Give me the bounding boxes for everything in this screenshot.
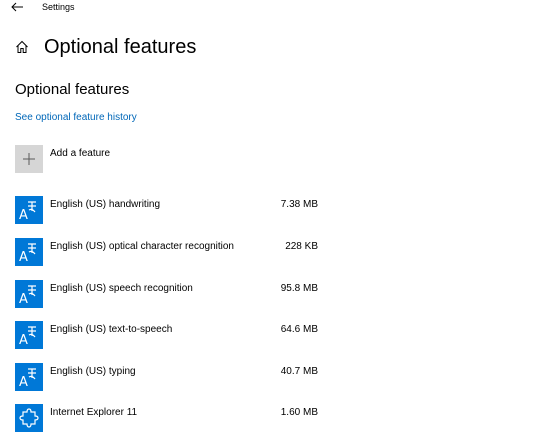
page-title: Optional features (44, 36, 197, 58)
svg-text:A: A (19, 250, 28, 265)
feature-item[interactable]: A English (US) optical character recogni… (15, 238, 335, 268)
feature-item[interactable]: Internet Explorer 11 1.60 MB (15, 404, 335, 434)
back-arrow-icon (11, 2, 23, 12)
feature-name: English (US) typing (50, 366, 136, 377)
feature-history-link[interactable]: See optional feature history (15, 112, 137, 123)
add-feature-label: Add a feature (50, 148, 111, 159)
language-icon: A (15, 363, 43, 391)
title-bar: Settings (0, 0, 541, 16)
feature-item[interactable]: A English (US) typing 40.7 MB (15, 363, 335, 393)
feature-size: 95.8 MB (280, 283, 318, 294)
back-button[interactable] (9, 0, 25, 14)
feature-name: English (US) handwriting (50, 199, 161, 210)
feature-size: 1.60 MB (280, 407, 318, 418)
feature-size: 228 KB (285, 241, 318, 252)
svg-text:A: A (19, 208, 28, 223)
svg-text:A: A (19, 292, 28, 307)
feature-item[interactable]: A English (US) speech recognition 95.8 M… (15, 280, 335, 310)
add-feature-tile (15, 145, 43, 173)
language-icon: A (15, 196, 43, 224)
feature-item[interactable]: A English (US) text-to-speech 64.6 MB (15, 321, 335, 351)
language-icon: A (15, 321, 43, 349)
feature-name: English (US) speech recognition (50, 283, 193, 294)
feature-size: 40.7 MB (280, 366, 318, 377)
home-icon[interactable] (15, 40, 29, 54)
svg-text:A: A (19, 333, 28, 348)
feature-size: 7.38 MB (280, 199, 318, 210)
language-icon: A (15, 238, 43, 266)
plus-icon (23, 153, 35, 165)
feature-size: 64.6 MB (280, 324, 318, 335)
language-icon: A (15, 280, 43, 308)
svg-text:A: A (19, 375, 28, 390)
puzzle-piece-icon (15, 404, 43, 432)
feature-item[interactable]: A English (US) handwriting 7.38 MB (15, 196, 335, 226)
window-title: Settings (42, 2, 75, 12)
section-title: Optional features (15, 81, 130, 98)
feature-name: English (US) optical character recogniti… (50, 241, 234, 252)
feature-name: Internet Explorer 11 (50, 407, 138, 418)
feature-name: English (US) text-to-speech (50, 324, 173, 335)
